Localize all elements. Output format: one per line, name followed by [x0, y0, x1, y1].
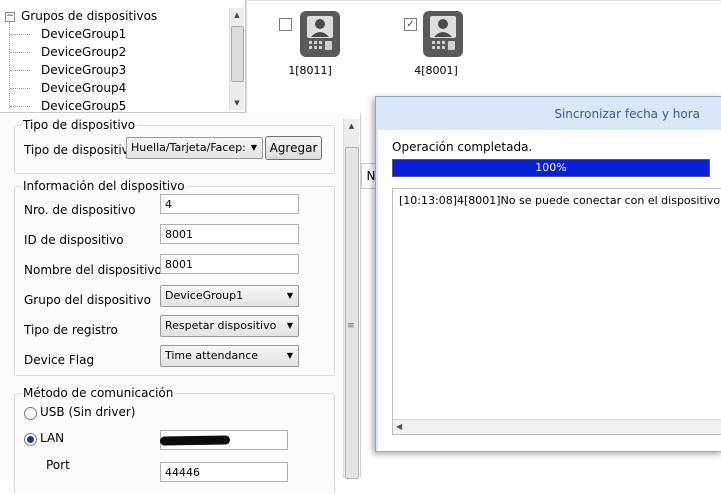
tree-branch	[10, 88, 30, 89]
progress-text: 100%	[535, 161, 567, 174]
tree-branch	[10, 70, 30, 71]
device-flag-label: Device Flag	[24, 353, 95, 367]
tree-item-devicegroup2[interactable]: DeviceGroup2	[41, 43, 126, 61]
device-info-group: Información del dispositivo Nro. de disp…	[14, 179, 335, 376]
log-box[interactable]: [10:13:08]4[8001]No se puede conectar co…	[392, 188, 721, 435]
port-label: Port	[46, 458, 70, 472]
tree-scrollbar[interactable]: ▲ ▼	[229, 8, 244, 110]
add-button[interactable]: Agregar	[265, 136, 322, 160]
scroll-up-icon[interactable]: ▲	[230, 8, 244, 22]
tree-branch	[10, 34, 30, 35]
redaction-scribble	[159, 435, 231, 446]
operation-status: Operación completada.	[392, 140, 533, 154]
scroll-up-icon[interactable]: ▲	[344, 119, 359, 133]
device-checkbox-2[interactable]: ✓	[404, 18, 417, 31]
lan-radio[interactable]	[24, 433, 37, 446]
device-type-value: Huella/Tarjeta/Facep:	[131, 141, 246, 154]
device-checkbox-1[interactable]	[279, 18, 292, 31]
log-line: [10:13:08]4[8001]No se puede conectar co…	[399, 194, 721, 207]
tree-branch	[10, 52, 30, 53]
face-terminal-icon[interactable]	[300, 11, 340, 57]
usb-label[interactable]: USB (Sin driver)	[40, 405, 135, 419]
lan-label[interactable]: LAN	[40, 431, 64, 445]
progress-bar: 100%	[392, 159, 710, 177]
form-scroll-thumb[interactable]	[345, 147, 359, 479]
register-type-label: Tipo de registro	[24, 323, 118, 337]
tree-item-devicegroup5[interactable]: DeviceGroup5	[41, 97, 126, 112]
device-flag-value: Time attendance	[165, 349, 259, 362]
tree-scroll-thumb[interactable]	[231, 26, 244, 82]
tree-branch	[10, 106, 30, 107]
sync-datetime-dialog: Sincronizar fecha y hora Operación compl…	[375, 96, 721, 452]
chevron-down-icon: ▼	[286, 291, 293, 300]
device-name-label: Nombre del dispositivo	[24, 263, 162, 277]
scroll-down-icon[interactable]: ▼	[230, 96, 244, 110]
grip-icon: ≡	[347, 321, 355, 331]
tree-item-devicegroup1[interactable]: DeviceGroup1	[41, 25, 126, 43]
register-type-value: Respetar dispositivo	[165, 319, 277, 332]
device-info-legend: Información del dispositivo	[21, 179, 187, 193]
device-label-2[interactable]: 4[8001]	[391, 64, 481, 77]
device-type-label: Tipo de dispositivo	[24, 143, 137, 157]
chevron-down-icon: ▼	[250, 143, 257, 152]
device-type-legend: Tipo de dispositivo	[21, 118, 138, 132]
device-name-field[interactable]: 8001	[160, 254, 299, 274]
device-group-tree[interactable]: − Grupos de dispositivos DeviceGroup1 De…	[0, 0, 246, 113]
device-number-field[interactable]: 4	[160, 194, 299, 214]
device-group-label: Grupo del dispositivo	[24, 293, 151, 307]
device-type-select[interactable]: Huella/Tarjeta/Facep: ▼	[126, 137, 263, 159]
form-scrollbar[interactable]: ▲ ≡	[343, 119, 359, 479]
device-number-label: Nro. de dispositivo	[24, 203, 136, 217]
chevron-down-icon: ▼	[286, 351, 293, 360]
device-id-label: ID de dispositivo	[24, 233, 124, 247]
device-group-value: DeviceGroup1	[165, 289, 244, 302]
tree-item-devicegroup3[interactable]: DeviceGroup3	[41, 61, 126, 79]
chevron-down-icon: ▼	[286, 321, 293, 330]
device-flag-select[interactable]: Time attendance ▼	[160, 345, 299, 367]
dialog-title: Sincronizar fecha y hora	[554, 107, 700, 121]
usb-radio[interactable]	[24, 407, 37, 420]
tree-root[interactable]: Grupos de dispositivos	[21, 7, 157, 25]
dialog-body: Operación completada. 100% [10:13:08]4[8…	[378, 130, 721, 451]
port-field[interactable]: 44446	[160, 462, 288, 482]
device-id-field[interactable]: 8001	[160, 224, 299, 244]
face-terminal-icon[interactable]	[423, 11, 463, 57]
dialog-title-bar[interactable]: Sincronizar fecha y hora	[376, 97, 721, 130]
communication-legend: Método de comunicación	[21, 386, 176, 400]
tree-item-devicegroup4[interactable]: DeviceGroup4	[41, 79, 126, 97]
scroll-left-icon[interactable]: ◀	[396, 420, 402, 434]
device-type-group: Tipo de dispositivo Tipo de dispositivo …	[14, 118, 335, 174]
device-form-panel: Tipo de dispositivo Tipo de dispositivo …	[0, 113, 361, 494]
collapse-icon[interactable]: −	[5, 12, 15, 22]
device-label-1[interactable]: 1[8011]	[265, 64, 355, 77]
device-group-select[interactable]: DeviceGroup1 ▼	[160, 285, 299, 307]
log-horizontal-scrollbar[interactable]: ◀	[393, 419, 721, 434]
register-type-select[interactable]: Respetar dispositivo ▼	[160, 315, 299, 337]
